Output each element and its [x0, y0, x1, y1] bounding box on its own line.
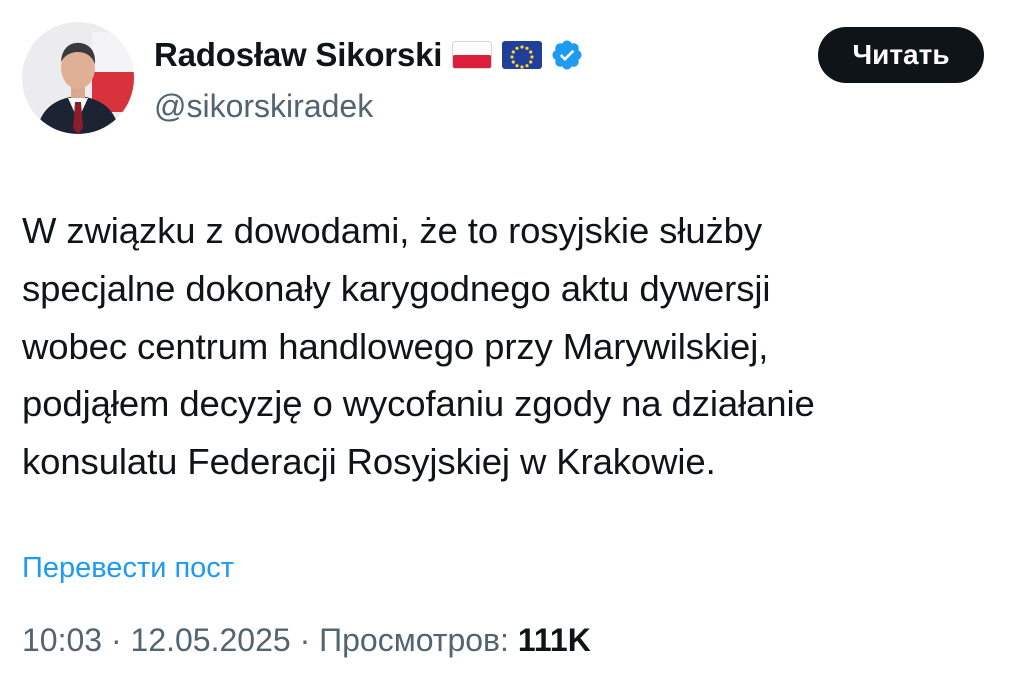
tweet-text: W związku z dowodami, że to rosyjskie sł… — [22, 202, 982, 491]
meta-separator: · — [290, 622, 320, 658]
translate-post-link[interactable]: Перевести пост — [22, 552, 234, 585]
views-label: Просмотров: — [319, 622, 518, 658]
meta-separator: · — [102, 622, 131, 658]
tweet-meta: 10:03 · 12.05.2025 · Просмотров: 111K — [22, 622, 591, 659]
verified-badge-icon — [550, 38, 584, 72]
tweet-text-line: konsulatu Federacji Rosyjskiej w Krakowi… — [22, 441, 716, 483]
follow-button[interactable]: Читать — [818, 27, 984, 83]
author-handle[interactable]: @sikorskiradek — [154, 88, 373, 125]
tweet-text-line: specjalne dokonały karygodnego aktu dywe… — [22, 267, 771, 309]
tweet-header: Radosław Sikorski @sikorskiradek Читать — [22, 22, 984, 138]
tweet-date[interactable]: 12.05.2025 — [131, 622, 291, 658]
eu-flag-icon — [502, 41, 543, 69]
views-count[interactable]: 111K — [518, 622, 591, 658]
author-name[interactable]: Radosław Sikorski — [154, 36, 442, 74]
tweet-text-line: podjąłem decyzję o wycofaniu zgody na dz… — [22, 383, 815, 425]
tweet-text-line: W związku z dowodami, że to rosyjskie sł… — [22, 210, 763, 251]
poland-flag-icon — [452, 41, 493, 69]
author-name-row: Radosław Sikorski — [154, 36, 584, 74]
tweet-text-line: wobec centrum handlowego przy Marywilski… — [22, 325, 769, 367]
tweet-time[interactable]: 10:03 — [22, 622, 102, 658]
avatar[interactable] — [22, 22, 134, 134]
